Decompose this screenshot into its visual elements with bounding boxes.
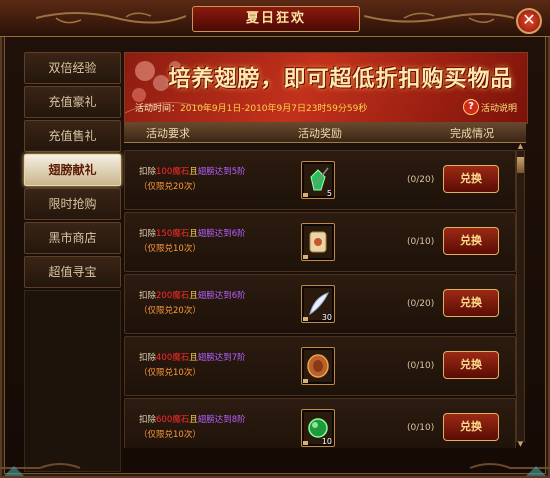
event-time-label: 活动时间： — [135, 104, 181, 114]
exchange-button[interactable]: 兑换 — [443, 289, 499, 317]
table-row: 扣除200魔石且翅膀达到6阶 （仅限兑20次） 30 (0/20) 兑换 — [124, 274, 516, 334]
scrollbar[interactable] — [516, 150, 525, 442]
requirement-text: 扣除100魔石且翅膀达到5阶 （仅限兑20次） — [139, 165, 246, 195]
scroll-up-arrow-icon[interactable]: ▲ — [516, 142, 525, 150]
scroll-down-arrow-icon[interactable]: ▼ — [516, 440, 525, 448]
header-requirement: 活动要求 — [146, 127, 190, 140]
req-cost: 150魔石 — [156, 229, 190, 239]
req-and: 且 — [189, 415, 198, 425]
req-and: 且 — [189, 167, 198, 177]
banner-headline: 培养翅膀，即可超低折扣购买物品 — [168, 67, 514, 92]
bind-lock-icon — [303, 379, 308, 383]
bronze-disc-icon — [304, 350, 332, 382]
reward-slot[interactable] — [301, 347, 335, 385]
bind-lock-icon — [303, 317, 308, 321]
progress-text: (0/20) — [407, 299, 435, 309]
req-and: 且 — [189, 291, 198, 301]
req-and: 且 — [189, 229, 198, 239]
requirement-text: 扣除400魔石且翅膀达到7阶 （仅限兑10次） — [139, 351, 246, 381]
sidebar-empty-area — [24, 290, 121, 472]
left-vine-ornament — [36, 12, 186, 24]
sidebar: 双倍经验 充值豪礼 充值售礼 翅膀献礼 限时抢购 黑市商店 超值寻宝 — [24, 52, 121, 472]
exchange-button[interactable]: 兑换 — [443, 413, 499, 441]
event-time-value: 2010年9月1日-2010年9月7日23时59分59秒 — [180, 104, 368, 114]
sidebar-item-treasure-hunt[interactable]: 超值寻宝 — [24, 256, 121, 288]
sidebar-item-recharge-sale[interactable]: 充值售礼 — [24, 120, 121, 152]
event-help-link[interactable]: 活动说明 — [481, 101, 517, 114]
req-cost: 600魔石 — [156, 415, 190, 425]
title-bar: 夏日狂欢 ✕ — [0, 0, 550, 37]
bind-lock-icon — [303, 193, 308, 197]
req-prefix: 扣除 — [139, 415, 157, 425]
table-row: 扣除150魔石且翅膀达到6阶 （仅限兑10次） (0/10) 兑换 — [124, 212, 516, 272]
scrollbar-thumb[interactable] — [517, 157, 524, 173]
req-cost: 100魔石 — [156, 167, 190, 177]
req-prefix: 扣除 — [139, 167, 157, 177]
req-limit: （仅限兑10次） — [139, 244, 201, 254]
sidebar-item-recharge-gift[interactable]: 充值豪礼 — [24, 86, 121, 118]
help-icon[interactable]: ? — [463, 99, 479, 115]
req-cost: 200魔石 — [156, 291, 190, 301]
header-status: 完成情况 — [450, 127, 494, 140]
table-header: 活动要求 活动奖励 完成情况 — [124, 122, 526, 143]
progress-text: (0/10) — [407, 237, 435, 247]
req-limit: （仅限兑20次） — [139, 182, 201, 192]
req-and: 且 — [189, 353, 198, 363]
req-condition: 翅膀达到6阶 — [197, 229, 246, 239]
table-row: 扣除100魔石且翅膀达到5阶 （仅限兑20次） 5 (0/20) 兑换 — [124, 150, 516, 210]
scroll-icon — [304, 226, 332, 258]
window-title: 夏日狂欢 — [192, 6, 360, 32]
item-count: 10 — [321, 437, 332, 446]
exchange-button[interactable]: 兑换 — [443, 165, 499, 193]
sidebar-item-black-market[interactable]: 黑市商店 — [24, 222, 121, 254]
close-icon[interactable]: ✕ — [516, 8, 542, 34]
requirement-text: 扣除200魔石且翅膀达到6阶 （仅限兑20次） — [139, 289, 246, 319]
reward-slot[interactable]: 10 — [301, 409, 335, 447]
req-condition: 翅膀达到5阶 — [197, 167, 246, 177]
exchange-button[interactable]: 兑换 — [443, 351, 499, 379]
req-limit: （仅限兑10次） — [139, 368, 201, 378]
item-count: 5 — [326, 189, 332, 198]
right-vine-ornament — [364, 12, 514, 23]
req-cost: 400魔石 — [156, 353, 190, 363]
item-count: 30 — [321, 313, 332, 322]
event-banner: 培养翅膀，即可超低折扣购买物品 活动时间：2010年9月1日-2010年9月7日… — [124, 52, 528, 124]
progress-text: (0/20) — [407, 175, 435, 185]
reward-slot[interactable] — [301, 223, 335, 261]
reward-slot[interactable]: 5 — [301, 161, 335, 199]
progress-text: (0/10) — [407, 423, 435, 433]
table-row: 扣除600魔石且翅膀达到8阶 （仅限兑10次） 10 (0/10) 兑换 — [124, 398, 516, 448]
sidebar-item-flash-sale[interactable]: 限时抢购 — [24, 188, 121, 220]
sidebar-item-double-exp[interactable]: 双倍经验 — [24, 52, 121, 84]
req-limit: （仅限兑20次） — [139, 306, 201, 316]
exchange-button[interactable]: 兑换 — [443, 227, 499, 255]
event-time: 活动时间：2010年9月1日-2010年9月7日23时59分59秒 — [135, 101, 367, 114]
reward-slot[interactable]: 30 — [301, 285, 335, 323]
exchange-list: 扣除100魔石且翅膀达到5阶 （仅限兑20次） 5 (0/20) 兑换 扣除15… — [124, 148, 516, 448]
req-condition: 翅膀达到8阶 — [197, 415, 246, 425]
sidebar-item-wing-gift[interactable]: 翅膀献礼 — [24, 154, 121, 186]
req-condition: 翅膀达到6阶 — [197, 291, 246, 301]
bottom-ornament — [0, 463, 550, 476]
bind-lock-icon — [303, 441, 308, 445]
req-prefix: 扣除 — [139, 291, 157, 301]
bind-lock-icon — [303, 255, 308, 259]
requirement-text: 扣除600魔石且翅膀达到8阶 （仅限兑10次） — [139, 413, 246, 443]
req-prefix: 扣除 — [139, 353, 157, 363]
req-condition: 翅膀达到7阶 — [197, 353, 246, 363]
progress-text: (0/10) — [407, 361, 435, 371]
header-reward: 活动奖励 — [298, 127, 342, 140]
requirement-text: 扣除150魔石且翅膀达到6阶 （仅限兑10次） — [139, 227, 246, 257]
table-row: 扣除400魔石且翅膀达到7阶 （仅限兑10次） (0/10) 兑换 — [124, 336, 516, 396]
req-prefix: 扣除 — [139, 229, 157, 239]
req-limit: （仅限兑10次） — [139, 430, 201, 440]
